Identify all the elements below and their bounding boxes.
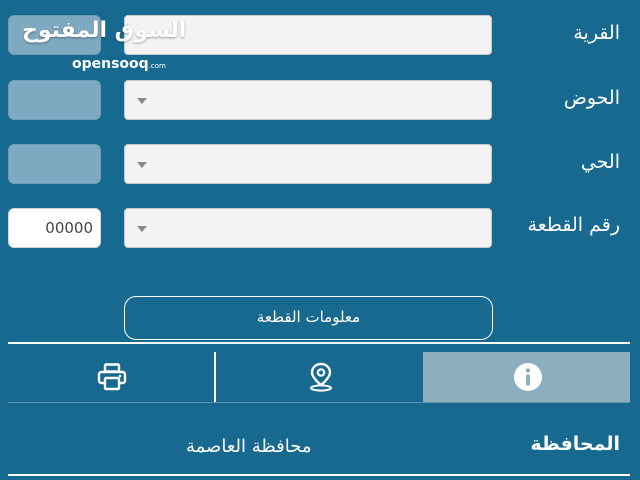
details-bottom-divider — [8, 474, 630, 476]
plot-info-button[interactable]: معلومات القطعة — [124, 296, 493, 340]
plot-number-select[interactable] — [124, 208, 492, 248]
neighborhood-code-box[interactable] — [8, 144, 101, 184]
tab-info[interactable] — [423, 352, 630, 402]
dropdown-arrow-icon — [137, 98, 147, 104]
map-pin-icon — [310, 362, 332, 392]
opensooq-logo-suffix: .com — [148, 62, 166, 70]
dropdown-arrow-icon — [137, 162, 147, 168]
governorate-value: محافظة العاصمة — [186, 436, 312, 457]
opensooq-logo-latin-text: opensooq — [72, 56, 149, 72]
neighborhood-select[interactable] — [124, 144, 492, 184]
tabs-top-divider — [8, 342, 630, 344]
plot-number-label: رقم القطعة — [527, 214, 620, 236]
neighborhood-label: الحي — [580, 151, 620, 173]
opensooq-logo-latin: opensooq.com — [72, 56, 166, 72]
tab-print[interactable] — [8, 352, 214, 402]
village-label: القرية — [573, 22, 620, 44]
opensooq-logo-arabic: السوق المفتوح — [22, 18, 187, 43]
tab-location[interactable] — [216, 352, 422, 402]
printer-icon — [97, 363, 127, 391]
tabs-bottom-divider — [8, 402, 630, 403]
basin-code-box[interactable] — [8, 80, 101, 120]
basin-select[interactable] — [124, 80, 492, 120]
dropdown-arrow-icon — [137, 226, 147, 232]
plot-number-input[interactable]: 00000 — [8, 208, 101, 248]
info-icon — [514, 363, 542, 391]
basin-label: الحوض — [563, 87, 620, 109]
governorate-label: المحافظة — [530, 433, 620, 455]
